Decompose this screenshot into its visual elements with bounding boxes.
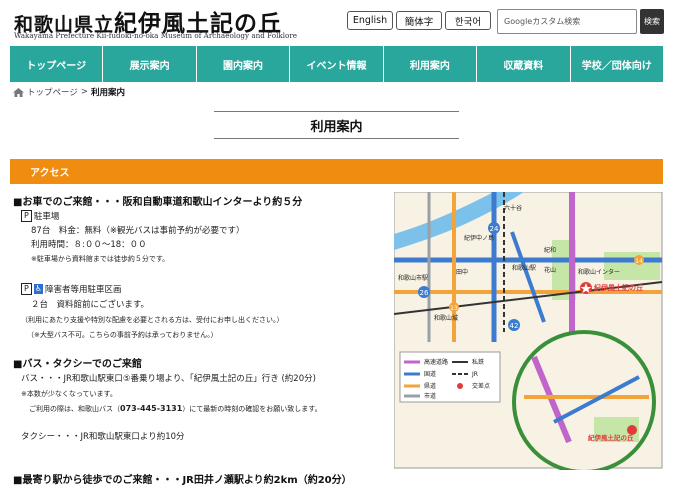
bus-contact-note: ご利用の際は、和歌山バス（073-445-3131）にて最新の時刻の確認をお願い… (29, 404, 322, 413)
bus-route: バス・・・JR和歌山駅東口⑤番乗り場より、「紀伊風土記の丘」行き (約20分) (21, 374, 316, 384)
lang-chinese-button[interactable]: 簡体字 (396, 11, 442, 30)
parking-icon: P (21, 210, 32, 222)
nav-schools-groups[interactable]: 学校／団体向け (571, 46, 663, 82)
svg-text:26: 26 (420, 289, 429, 297)
nav-collections[interactable]: 収蔵資料 (477, 46, 571, 82)
map-legend: 高速道路 国道 県道 市道 私鉄 JR 交差点 (399, 351, 501, 403)
parking-hours: 利用時間：８:００～18：００ (31, 240, 147, 250)
parking-walk-note: ※駐車場から資料館までは徒歩約５分です。 (31, 255, 170, 263)
accessible-note-2: （※大型バス不可。こちらの事前予約は承っておりません。） (27, 331, 218, 339)
access-map[interactable]: 24 26 42 13 14 和歌山駅 紀和 花山 田中 和歌山市駅 六十谷 紀… (394, 192, 664, 470)
station-wakayamashi: 和歌山市駅 (398, 274, 428, 282)
svg-text:国道: 国道 (424, 370, 436, 378)
breadcrumb-home-link[interactable]: トップページ (27, 86, 78, 98)
lang-korean-button[interactable]: 한국어 (445, 11, 491, 30)
breadcrumb-current: 利用案内 (90, 88, 125, 98)
svg-text:交差点: 交差点 (472, 382, 490, 390)
section-heading-access: アクセス (10, 159, 663, 184)
station-kiinakanoshima: 紀伊中ノ島 (464, 234, 494, 242)
nav-visitor-info[interactable]: 利用案内 (384, 46, 478, 82)
svg-text:13: 13 (450, 305, 458, 312)
parking-row: P 駐車場 (21, 210, 59, 222)
bus-heading: ■バス・タクシーでのご来館 (13, 359, 142, 370)
taxi-info: タクシー・・・JR和歌山駅東口より約10分 (21, 432, 185, 442)
search-button[interactable]: 検索 (640, 9, 664, 34)
parking-count: 87台 料金：無料（※観光バスは事前予約が必要です） (31, 226, 245, 236)
svg-text:42: 42 (510, 322, 519, 330)
search-input[interactable]: Googleカスタム検索 (497, 9, 637, 34)
accessible-note-1: （利用にあたり支援や特別な配慮を必要とされる方は、受付にお申し出ください。） (21, 316, 284, 324)
station-tanaka: 田中 (456, 268, 468, 276)
parking-label: 駐車場 (33, 212, 60, 222)
inset-destination-label: 紀伊風土記の丘 (588, 433, 634, 442)
destination-label: 紀伊風土記の丘 (594, 283, 643, 292)
nav-events[interactable]: イベント情報 (290, 46, 384, 82)
page-title: 利用案内 (310, 120, 363, 135)
nav-exhibition[interactable]: 展示案内 (103, 46, 197, 82)
car-heading: ■お車でのご来館・・・阪和自動車道和歌山インターより約５分 (13, 197, 303, 208)
nav-grounds[interactable]: 園内案内 (197, 46, 291, 82)
station-kiwa: 紀和 (544, 246, 556, 254)
wheelchair-icon: ♿ (33, 284, 43, 294)
accessible-parking-label: 障害者等用駐車区画 (45, 285, 122, 295)
title-rule-top (214, 111, 459, 112)
svg-text:24: 24 (490, 225, 499, 233)
train-heading: ■最寄り駅から徒歩でのご来館・・・JR田井ノ瀬駅より約2km（約20分） (13, 475, 352, 486)
nav-top[interactable]: トップページ (10, 46, 104, 82)
title-rule-bottom (214, 138, 459, 139)
svg-text:県道: 県道 (424, 382, 436, 390)
station-wakayama: 和歌山駅 (512, 264, 536, 272)
accessible-parking-icon: P (21, 283, 32, 295)
svg-text:市道: 市道 (424, 392, 436, 400)
station-hanayama: 花山 (544, 266, 556, 274)
station-mutota: 六十谷 (504, 204, 522, 212)
svg-text:高速道路: 高速道路 (424, 358, 448, 366)
svg-text:JR: JR (471, 371, 478, 378)
bus-phone[interactable]: 073-445-3131 (120, 404, 182, 413)
svg-text:14: 14 (635, 258, 643, 265)
accessible-parking-row: P ♿ 障害者等用駐車区画 (21, 283, 122, 295)
svg-text:私鉄: 私鉄 (472, 358, 484, 366)
breadcrumb-separator: > (80, 87, 88, 97)
accessible-parking-count: ２台 資料館前にございます。 (31, 300, 149, 310)
logo-subtitle: Wakayama Prefecture Kii-fudoki-no-oka Mu… (14, 31, 298, 40)
castle-label: 和歌山城 (434, 314, 458, 322)
lang-english-button[interactable]: English (347, 11, 393, 30)
breadcrumb: トップページ > 利用案内 (13, 86, 125, 98)
main-nav: トップページ 展示案内 園内案内 イベント情報 利用案内 収蔵資料 学校／団体向… (10, 46, 663, 82)
home-icon (13, 87, 24, 97)
map-inset: 紀伊風土記の丘 (512, 330, 656, 470)
ic-label: 和歌山インター (578, 268, 620, 276)
bus-frequency-note: ※本数が少なくなっています。 (21, 390, 117, 398)
